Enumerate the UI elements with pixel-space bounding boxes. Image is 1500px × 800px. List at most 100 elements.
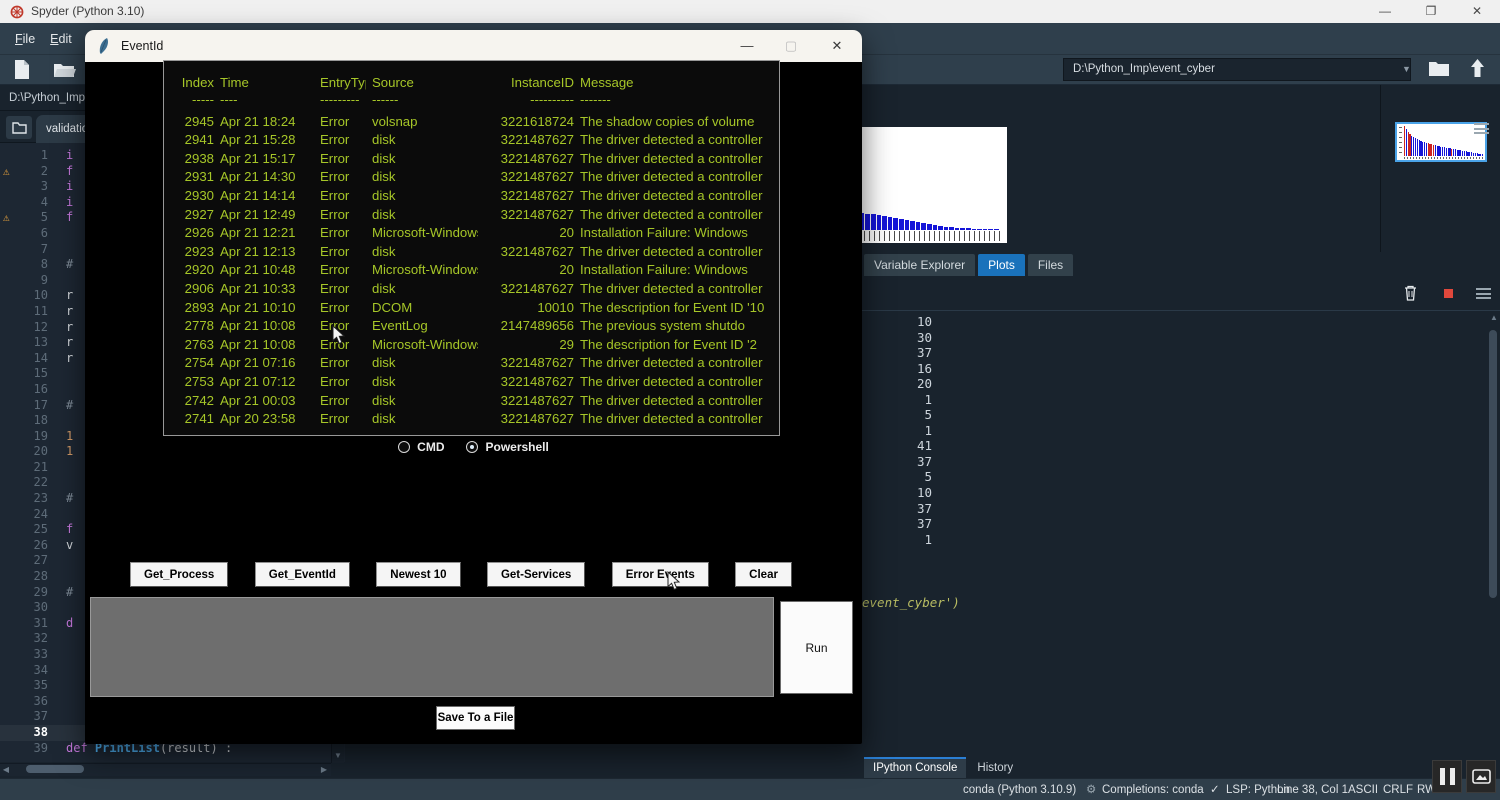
bar xyxy=(899,219,904,230)
bar xyxy=(994,229,999,230)
console-output-number: 5 xyxy=(868,407,932,423)
open-folder-icon[interactable] xyxy=(53,61,77,79)
line-number: 5 xyxy=(0,210,48,226)
line-number: 3 xyxy=(0,179,48,195)
line-number: 34 xyxy=(0,663,48,679)
mouse-cursor2-icon xyxy=(667,571,682,591)
tab-history[interactable]: History xyxy=(968,759,1022,780)
event-row: 2945Apr 21 18:24Errorvolsnap3221618724Th… xyxy=(164,113,779,132)
scroll-down-icon[interactable]: ▼ xyxy=(334,751,342,760)
run-button[interactable]: Run xyxy=(780,601,853,694)
bar xyxy=(988,229,993,230)
code-text: f xyxy=(66,164,73,180)
console-numbers: 1030371620151413751037371 xyxy=(868,314,932,547)
hscroll-thumb[interactable] xyxy=(26,765,84,773)
remove-variables-icon[interactable] xyxy=(1404,285,1417,301)
radio-powershell[interactable]: Powershell xyxy=(466,440,548,454)
code-text: r xyxy=(66,304,73,320)
dialog-minimize-icon[interactable]: — xyxy=(725,30,769,62)
code-text: r xyxy=(66,351,73,367)
window-title: Spyder (Python 3.10) xyxy=(31,0,144,23)
event-row: 2920Apr 21 10:48ErrorMicrosoft-Windows..… xyxy=(164,261,779,280)
console-output-number: 1 xyxy=(868,532,932,548)
lsp-check-icon: ✓ xyxy=(1210,779,1220,800)
event-row: 2906Apr 21 10:33Errordisk3221487627The d… xyxy=(164,280,779,299)
dialog-close-icon[interactable]: ✕ xyxy=(815,30,859,62)
get-process-button[interactable]: Get_Process xyxy=(130,562,228,587)
line-number: 9 xyxy=(0,273,48,289)
bar xyxy=(949,227,954,230)
bar xyxy=(972,229,977,230)
line-number: 29 xyxy=(0,585,48,601)
menu-file[interactable]: File xyxy=(15,23,35,55)
error-events-button[interactable]: Error Events xyxy=(612,562,709,587)
console-output-number: 41 xyxy=(868,438,932,454)
kernel-busy-icon xyxy=(1444,289,1453,298)
window-minimize-icon[interactable]: — xyxy=(1362,0,1408,23)
output-textbox[interactable] xyxy=(90,597,774,697)
plots-overlay-button[interactable] xyxy=(1466,760,1496,793)
dialog-title: EventId xyxy=(121,30,163,62)
status-completions: Completions: conda xyxy=(1102,779,1204,800)
bar xyxy=(933,225,938,230)
bar xyxy=(960,228,965,230)
line-number: 31 xyxy=(0,616,48,632)
line-number: 12 xyxy=(0,320,48,336)
window-restore-icon[interactable]: ❐ xyxy=(1408,0,1454,23)
line-number: 25 xyxy=(0,522,48,538)
code-text: i xyxy=(66,195,73,211)
line-number: 35 xyxy=(0,678,48,694)
new-file-icon[interactable] xyxy=(13,59,31,80)
line-number: 1 xyxy=(0,148,48,164)
menu-edit[interactable]: Edit xyxy=(50,23,72,55)
code-text: d xyxy=(66,616,73,632)
tab-ipython-console[interactable]: IPython Console xyxy=(864,757,966,778)
clear-button[interactable]: Clear xyxy=(735,562,792,587)
tab-plots[interactable]: Plots xyxy=(978,254,1025,276)
parent-directory-icon[interactable] xyxy=(1469,58,1486,78)
status-eol: CRLF xyxy=(1383,779,1413,800)
bar xyxy=(905,220,910,230)
thumbnail-xaxis xyxy=(1404,157,1483,159)
browse-directory-icon[interactable] xyxy=(1428,60,1450,77)
get-services-button[interactable]: Get-Services xyxy=(487,562,585,587)
browse-tabs-icon[interactable] xyxy=(6,116,32,139)
line-number: 20 xyxy=(0,444,48,460)
radio-cmd[interactable]: CMD xyxy=(398,440,444,454)
path-dropdown-icon[interactable]: ▼ xyxy=(1400,58,1413,81)
bar xyxy=(865,214,870,230)
window-close-icon[interactable]: ✕ xyxy=(1454,0,1500,23)
console-scrollbar[interactable]: ▲ xyxy=(1487,312,1500,757)
plots-pane-menu-icon[interactable] xyxy=(1474,123,1489,134)
tab-files[interactable]: Files xyxy=(1028,254,1073,276)
newest-10-button[interactable]: Newest 10 xyxy=(376,562,460,587)
code-text: i xyxy=(66,179,73,195)
event-row: 2754Apr 21 07:16Errordisk3221487627The d… xyxy=(164,354,779,373)
scroll-right-icon[interactable]: ▶ xyxy=(318,763,330,776)
status-env: conda (Python 3.10.9) xyxy=(963,779,1076,800)
radio-circle-icon xyxy=(398,441,410,453)
working-directory-input[interactable]: D:\Python_Imp\event_cyber xyxy=(1063,58,1411,81)
event-row: 2893Apr 21 10:10ErrorDCOM10010The descri… xyxy=(164,299,779,318)
line-number: 30 xyxy=(0,600,48,616)
bar xyxy=(944,227,949,230)
python-feather-icon xyxy=(97,37,110,55)
line-number: 15 xyxy=(0,366,48,382)
bar xyxy=(882,216,887,230)
dialog-titlebar[interactable]: EventId — ▢ ✕ xyxy=(85,30,862,62)
scroll-up-icon[interactable]: ▲ xyxy=(1490,313,1498,322)
dialog-maximize-icon[interactable]: ▢ xyxy=(769,30,813,62)
radio-label: CMD xyxy=(417,440,444,454)
console-scroll-thumb[interactable] xyxy=(1489,330,1497,598)
pause-button[interactable] xyxy=(1432,760,1462,793)
scroll-left-icon[interactable]: ◀ xyxy=(0,763,12,776)
window-titlebar: Spyder (Python 3.10) — ❐ ✕ xyxy=(0,0,1500,23)
console-output-number: 1 xyxy=(868,392,932,408)
bar xyxy=(871,214,876,230)
tab-variable-explorer[interactable]: Variable Explorer xyxy=(864,254,975,276)
line-number: 33 xyxy=(0,647,48,663)
get-eventid-button[interactable]: Get_EventId xyxy=(255,562,350,587)
console-menu-icon[interactable] xyxy=(1476,288,1491,299)
code-text: f xyxy=(66,522,73,538)
save-to-file-button[interactable]: Save To a File xyxy=(436,706,515,730)
